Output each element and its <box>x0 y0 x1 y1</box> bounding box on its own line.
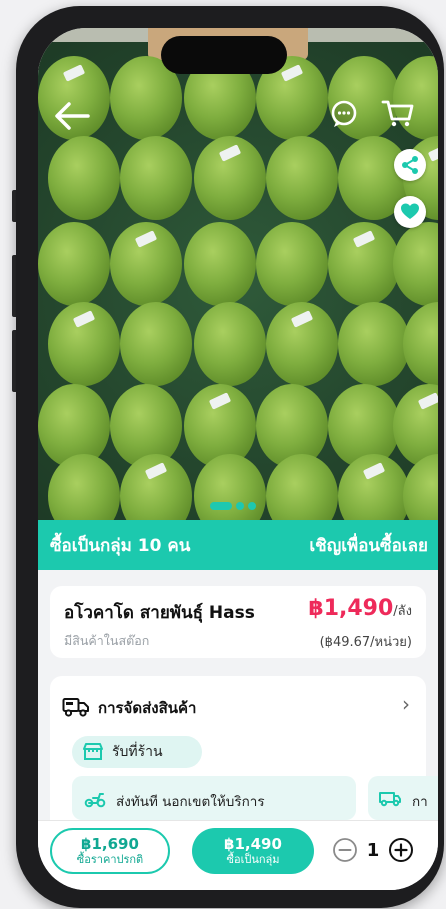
group-price: ฿1,490 <box>224 835 282 853</box>
scooter-icon <box>84 793 106 808</box>
store-pickup-label: รับที่ร้าน <box>112 744 163 760</box>
delivery-truck-icon <box>62 698 89 717</box>
avocado <box>393 222 438 306</box>
avocado <box>38 384 110 468</box>
avocado <box>120 302 192 386</box>
avocado <box>403 302 438 386</box>
share-icon <box>402 156 418 174</box>
avocado <box>256 384 328 468</box>
cart-icon <box>381 100 414 127</box>
product-info-card: อโวคาโด สายพันธุ์ Hass มีสินค้าในสต๊อก ฿… <box>50 586 426 658</box>
chat-bubble-icon <box>331 100 357 127</box>
dynamic-island <box>161 36 287 74</box>
avocado <box>194 302 266 386</box>
bottom-action-bar: ฿1,690 ซื้อราคาปรกติ ฿1,490 ซื้อเป็นกลุ่… <box>38 820 438 890</box>
normal-price: ฿1,690 <box>81 835 139 853</box>
avocado <box>256 222 328 306</box>
carousel-dot[interactable] <box>236 502 244 510</box>
delivery-option-2-label: กา <box>412 794 428 810</box>
group-buy-banner[interactable]: ซื้อเป็นกลุ่ม 10 คน เชิญเพื่อนซื้อเลย <box>38 520 438 570</box>
store-pickup-option[interactable]: รับที่ร้าน <box>72 736 202 768</box>
favorite-button[interactable] <box>394 196 426 228</box>
instant-delivery-label: ส่งทันที นอกเขตให้บริการ <box>116 794 265 810</box>
avocado <box>48 136 120 220</box>
buy-group-button[interactable]: ฿1,490 ซื้อเป็นกลุ่ม <box>192 828 314 874</box>
shipping-title: การจัดส่งสินค้า <box>98 699 197 717</box>
group-price-label: ซื้อเป็นกลุ่ม <box>226 853 280 866</box>
product-price: ฿1,490/ลัง <box>308 596 412 621</box>
avocado <box>328 384 400 468</box>
stock-status: มีสินค้าในสต๊อก <box>64 633 150 648</box>
carousel-dot[interactable] <box>248 502 256 510</box>
carousel-indicator[interactable] <box>210 502 256 510</box>
chat-button[interactable] <box>326 96 362 132</box>
avocado <box>184 222 256 306</box>
avocado <box>338 302 410 386</box>
product-image[interactable] <box>38 28 438 520</box>
minus-circle-icon[interactable] <box>332 837 358 863</box>
instant-delivery-option[interactable]: ส่งทันที นอกเขตให้บริการ <box>72 776 356 820</box>
avocado <box>403 454 438 520</box>
carousel-dot[interactable] <box>210 502 232 510</box>
van-icon <box>379 792 401 807</box>
price-unit: /ลัง <box>393 604 412 619</box>
avocado <box>38 222 110 306</box>
price-value: ฿1,490 <box>308 596 394 621</box>
avocado <box>266 136 338 220</box>
plus-circle-icon[interactable] <box>388 837 414 863</box>
share-button[interactable] <box>394 149 426 181</box>
cart-button[interactable] <box>378 94 418 132</box>
heart-icon <box>401 203 419 219</box>
buy-normal-price-button[interactable]: ฿1,690 ซื้อราคาปรกติ <box>50 828 170 874</box>
price-per-unit: (฿49.67/หน่วย) <box>319 635 412 650</box>
store-icon <box>83 743 103 760</box>
quantity-value: 1 <box>366 839 380 861</box>
back-button[interactable] <box>52 96 92 136</box>
group-buy-text: ซื้อเป็นกลุ่ม 10 คน <box>50 535 191 556</box>
product-name: อโวคาโด สายพันธุ์ Hass <box>64 603 255 623</box>
avocado <box>120 136 192 220</box>
quantity-stepper: 1 <box>332 837 414 863</box>
avocado <box>110 384 182 468</box>
chevron-right-icon[interactable]: › <box>402 692 410 716</box>
arrow-left-icon <box>55 102 90 130</box>
invite-friends-link[interactable]: เชิญเพื่อนซื้อเลย <box>309 532 428 559</box>
normal-price-label: ซื้อราคาปรกติ <box>76 853 144 866</box>
delivery-option-2[interactable]: กา <box>368 776 438 820</box>
app-screen: ซื้อเป็นกลุ่ม 10 คน เชิญเพื่อนซื้อเลย อโ… <box>38 28 438 890</box>
